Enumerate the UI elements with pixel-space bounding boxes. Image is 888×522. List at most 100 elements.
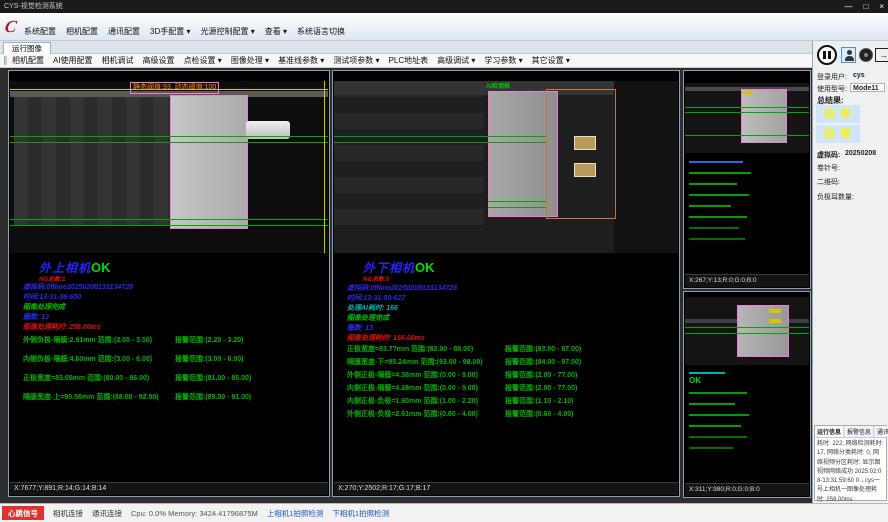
toolbar-item[interactable]: 基准线参数 ▾	[278, 55, 324, 66]
toolbar-item[interactable]: 高级调试 ▾	[437, 55, 475, 66]
user-icon-button[interactable]	[841, 47, 856, 63]
menu-item[interactable]: 查看 ▾	[265, 26, 287, 37]
toolbar-item[interactable]: 点检设置 ▾	[184, 55, 222, 66]
unreadable-text-line	[689, 161, 743, 163]
window-title: CYS-视觉检测系统	[4, 3, 63, 10]
mini-camera-view-bottom[interactable]	[685, 297, 809, 365]
measurement-value: 隔膜宽度-上=90.56mm 范围:(88.00 - 92.00)	[23, 394, 175, 402]
measurement-row: 外侧正极-隔膜=4.38mm 范围:(0.00 - 9.00) 报警范围:(2.…	[347, 372, 675, 380]
toolbar-item[interactable]: 相机配置	[12, 55, 44, 66]
exit-button[interactable]: →	[875, 48, 888, 62]
result-box-2: 结 果	[816, 125, 860, 143]
log-panel: 运行信息 报警信息 通讯信息 耗时: 222, 网络检测耗时: 17, 网络分类…	[814, 425, 887, 501]
log-tab-alarm[interactable]: 报警信息	[845, 426, 874, 437]
lens-icon	[864, 53, 868, 57]
virtual-code-value: 20250208	[845, 150, 876, 157]
measurement-list: 外侧负极-隔膜:2.91mm 范围:(2.00 - 3.50) 报警范围:(2.…	[23, 337, 325, 413]
heartbeat-badge: 心跳信号	[2, 506, 44, 520]
camera-view-upper[interactable]: 静态阈值:93, 动态阈值:100	[10, 81, 328, 253]
measure-line	[10, 225, 328, 226]
result-ok-badge: OK	[415, 260, 435, 275]
overlay-tick	[769, 319, 781, 323]
maximize-icon[interactable]: □	[863, 0, 868, 13]
unreadable-text-line	[689, 194, 749, 196]
toolbar-item[interactable]: 测试项参数 ▾	[333, 55, 379, 66]
measurement-value: 正极宽度=83.05mm 范围:(80.00 - 86.00)	[23, 375, 175, 383]
toolbar-item[interactable]: 高级设置	[143, 55, 175, 66]
toolbar-item[interactable]: PLC地址表	[389, 55, 429, 66]
virtual-code: 虚拟码:0ffline20250208133134728	[347, 283, 457, 293]
pixel-coords-mini-bottom: X:311;Y:980;R:0;G:0;B:0	[685, 483, 809, 496]
unreadable-text-line	[689, 392, 747, 394]
ng-count: NG总数:0	[363, 274, 389, 283]
model-field[interactable]: Mode11	[850, 83, 885, 92]
turn-count: 圈数: 13	[347, 323, 373, 333]
unreadable-text-line	[689, 447, 733, 449]
toolbar-item[interactable]: 其它设置 ▾	[532, 55, 570, 66]
unreadable-text-line	[689, 425, 741, 427]
statusbar: 心跳信号 相机连接 通讯连接 Cpu: 0.0% Memory: 3424.41…	[0, 503, 888, 522]
toolbar-item[interactable]: AI使用配置	[53, 55, 93, 66]
toolbar-item[interactable]: 相机调试	[102, 55, 134, 66]
menu-item[interactable]: 3D手配置 ▾	[150, 26, 190, 37]
camera-view-lower[interactable]: AI检测框	[334, 81, 678, 253]
edge-yellow-line	[324, 81, 325, 253]
log-tab-comm[interactable]: 通讯信息	[875, 426, 888, 437]
exit-arrow-icon: →	[879, 50, 888, 60]
measurement-row: 隔膜宽度-下=95.24mm 范围:(93.00 - 98.00) 报警范围:(…	[347, 359, 675, 367]
tab-count-label: 负极耳数量:	[817, 192, 854, 202]
virtual-code: 虚拟码:0ffline20250208133134728	[23, 282, 133, 292]
toolbar-item[interactable]: 学习参数 ▾	[484, 55, 522, 66]
ai-detect-box	[546, 89, 616, 219]
measurement-row: 隔膜宽度-上=90.56mm 范围:(88.00 - 92.00) 报警范围:(…	[23, 394, 325, 402]
threshold-label: 静态阈值:93, 动态阈值:100	[130, 82, 219, 94]
overlay-tick	[743, 91, 753, 94]
sidebar: → 登录用户: cys 使用型号: Mode11 总结果: 结 果 结 果 虚拟…	[812, 41, 888, 503]
mini-camera-view-top[interactable]	[685, 83, 809, 153]
measure-line	[685, 135, 809, 136]
menu-item[interactable]: 相机配置	[66, 26, 98, 37]
overlay-tick	[769, 309, 781, 313]
unreadable-text-line	[689, 403, 735, 405]
menu-item[interactable]: 通讯配置	[108, 26, 140, 37]
toolbar: 相机配置 AI使用配置相机调试高级设置点检设置 ▾ 图像处理 ▾ 基准线参数 ▾ 测试项…	[0, 54, 812, 68]
pause-button[interactable]	[817, 45, 837, 65]
menu-item[interactable]: 系统配置	[24, 26, 56, 37]
log-tab-run[interactable]: 运行信息	[815, 426, 844, 437]
log-text[interactable]: 耗时: 222, 网络检测耗时: 17, 网络分类耗时: 0, 网络视频分区耗时…	[815, 438, 886, 507]
measure-line	[10, 142, 328, 143]
needle-number-label: 卷针号:	[817, 163, 840, 173]
measurement-value: 内侧正极-负极=1.90mm 范围:(1.00 - 2.20)	[347, 398, 505, 406]
machine-shadow	[614, 81, 678, 253]
alarm-range: 报警范围:(94.00 - 97.00)	[505, 359, 581, 367]
window-titlebar: CYS-视觉检测系统 — □ ×	[0, 0, 888, 13]
process-elapsed: 图像处理耗时: 166.00ms	[347, 333, 425, 343]
ai-elapsed: 处理AI耗时: 166	[347, 303, 398, 313]
login-user-value: cys	[853, 72, 865, 79]
machine-body	[334, 95, 484, 225]
measure-line	[10, 219, 328, 220]
pixel-coords-upper: X:7677;Y:891;R:14;G:14;B:14	[10, 482, 328, 495]
window-controls: — □ ×	[844, 0, 884, 13]
alarm-range: 报警范围:(2.00 - 77.00)	[505, 385, 577, 393]
close-icon[interactable]: ×	[879, 0, 884, 13]
tab-highlight	[574, 163, 596, 177]
minimize-icon[interactable]: —	[844, 0, 852, 13]
process-done: 图像处理完成	[347, 313, 389, 323]
qr-code-label: 二维码:	[817, 177, 840, 187]
camera-lens-button[interactable]	[859, 48, 873, 62]
measurement-row: 正极宽度=83.05mm 范围:(80.00 - 86.00) 报警范围:(81…	[23, 375, 325, 383]
measure-line	[334, 136, 546, 137]
cell-object	[170, 95, 248, 229]
measurement-row: 内侧正极-负极=1.90mm 范围:(1.00 - 2.20) 报警范围:(1.…	[347, 398, 675, 406]
measurement-row: 正极宽度=83.77mm 范围:(82.00 - 88.00) 报警范围:(83…	[347, 346, 675, 354]
model-label: 使用型号:	[817, 84, 847, 94]
menu-item[interactable]: 系统语言切换	[297, 26, 345, 37]
lower-camera-status: 下相机1拍照检测	[332, 508, 389, 519]
menu-item[interactable]: 光源控制配置 ▾	[200, 26, 254, 37]
toolbar-item[interactable]: 图像处理 ▾	[231, 55, 269, 66]
menubar: C 系统配置相机配置通讯配置3D手配置 ▾光源控制配置 ▾查看 ▾系统语言切换	[0, 13, 888, 41]
result-ok-badge: OK	[91, 260, 111, 275]
tab-highlight	[574, 136, 596, 150]
measure-line	[488, 201, 546, 202]
